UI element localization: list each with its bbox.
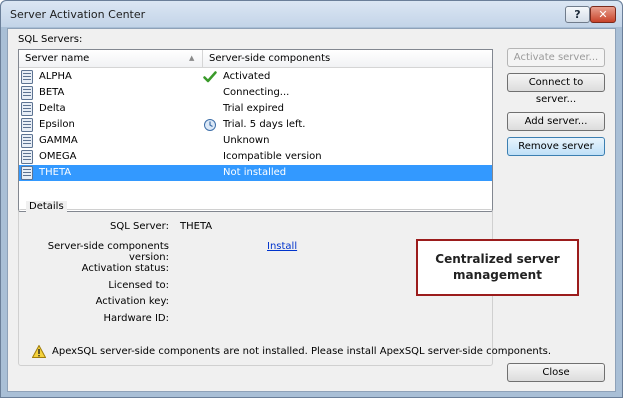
- remove-server-button[interactable]: Remove server: [507, 137, 605, 156]
- server-icon: [21, 86, 33, 100]
- table-row[interactable]: OMEGA Icompatible version: [19, 149, 492, 165]
- server-icon: [21, 134, 33, 148]
- server-name: BETA: [39, 87, 65, 98]
- add-server-button[interactable]: Add server...: [507, 112, 605, 131]
- table-row[interactable]: GAMMA Unknown: [19, 133, 492, 149]
- table-row[interactable]: Delta Trial expired: [19, 101, 492, 117]
- component-status: Trial. 5 days left.: [223, 119, 306, 130]
- server-icon: [21, 118, 33, 132]
- callout-line-1: Centralized server: [435, 252, 560, 266]
- activation-status-label: Activation status:: [81, 263, 169, 274]
- sort-ascending-icon: ▲: [189, 54, 195, 62]
- sql-servers-label: SQL Servers:: [18, 34, 83, 45]
- server-name: OMEGA: [39, 151, 77, 162]
- server-name: Delta: [39, 103, 66, 114]
- server-name: ALPHA: [39, 71, 72, 82]
- details-legend: Details: [26, 201, 67, 212]
- licensed-to-label: Licensed to:: [108, 280, 169, 291]
- clock-icon: [203, 118, 217, 132]
- sql-server-value: THETA: [180, 221, 213, 232]
- server-icon: [21, 150, 33, 164]
- server-icon: [21, 70, 33, 84]
- component-status: Unknown: [223, 135, 270, 146]
- component-status: Trial expired: [223, 103, 285, 114]
- table-row[interactable]: ALPHA Activated: [19, 69, 492, 85]
- install-link[interactable]: Install: [267, 241, 297, 252]
- warning-message: ApexSQL server-side components are not i…: [52, 346, 552, 357]
- activate-server-button[interactable]: Activate server...: [507, 48, 605, 67]
- list-header: Server name ▲ Server-side components: [19, 50, 492, 68]
- column-header-components-label: Server-side components: [209, 53, 331, 64]
- close-button[interactable]: Close: [507, 363, 605, 382]
- component-status: Not installed: [223, 167, 287, 178]
- warning-icon: [32, 345, 46, 358]
- column-header-server-name[interactable]: Server name ▲: [19, 50, 203, 68]
- server-icon: [21, 166, 33, 180]
- help-button[interactable]: ?: [565, 6, 590, 23]
- dialog-client-area: SQL Servers: Server name ▲ Server-side c…: [7, 28, 616, 392]
- components-version-label: Server-side components version:: [47, 241, 169, 263]
- server-name: GAMMA: [39, 135, 78, 146]
- server-list[interactable]: Server name ▲ Server-side components ALP…: [18, 49, 493, 212]
- dialog-window: Server Activation Center ? ✕ SQL Servers…: [0, 0, 623, 398]
- column-header-server-name-label: Server name: [25, 53, 90, 64]
- close-window-button[interactable]: ✕: [590, 6, 616, 23]
- callout-box: Centralized server management: [416, 239, 579, 296]
- window-title: Server Activation Center: [10, 8, 146, 21]
- callout-line-2: management: [453, 268, 542, 282]
- table-row[interactable]: Epsilon Trial. 5 days left.: [19, 117, 492, 133]
- server-name: THETA: [39, 167, 72, 178]
- table-row[interactable]: BETA Connecting...: [19, 85, 492, 101]
- table-row[interactable]: THETA Not installed: [19, 165, 492, 181]
- title-bar[interactable]: Server Activation Center ? ✕: [1, 1, 622, 27]
- server-icon: [21, 102, 33, 116]
- connect-to-server-button[interactable]: Connect to server...: [507, 73, 605, 105]
- check-icon: [203, 70, 217, 84]
- column-header-components[interactable]: Server-side components: [203, 50, 492, 68]
- server-name: Epsilon: [39, 119, 75, 130]
- component-status: Icompatible version: [223, 151, 322, 162]
- activation-key-label: Activation key:: [95, 296, 169, 307]
- sql-server-label: SQL Server:: [110, 221, 169, 232]
- component-status: Activated: [223, 71, 271, 82]
- component-status: Connecting...: [223, 87, 290, 98]
- hardware-id-label: Hardware ID:: [103, 313, 169, 324]
